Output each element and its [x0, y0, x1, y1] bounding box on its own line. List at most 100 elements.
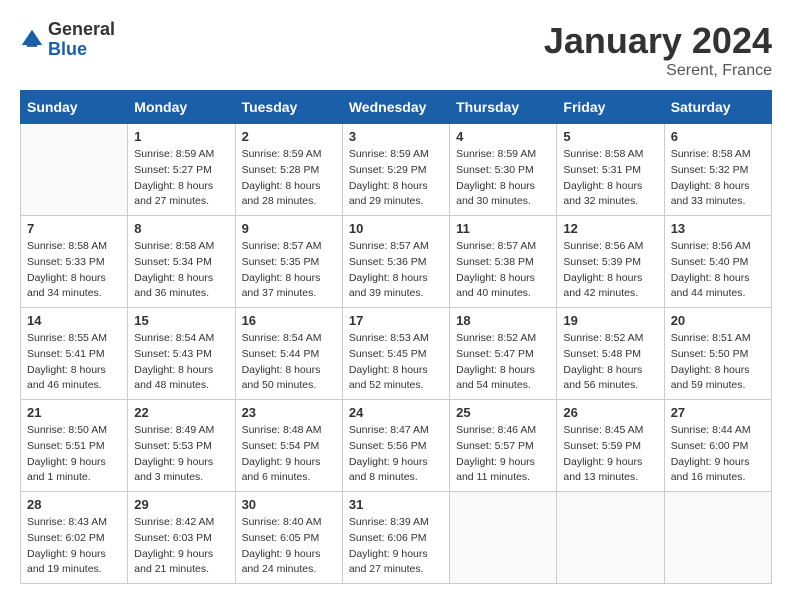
day-number: 8	[134, 221, 228, 236]
day-number: 9	[242, 221, 336, 236]
calendar-cell: 10 Sunrise: 8:57 AMSunset: 5:36 PMDayligh…	[342, 216, 449, 308]
calendar-week-row: 21 Sunrise: 8:50 AMSunset: 5:51 PMDayligh…	[21, 400, 772, 492]
day-number: 7	[27, 221, 121, 236]
day-number: 29	[134, 497, 228, 512]
day-number: 30	[242, 497, 336, 512]
calendar-week-row: 1 Sunrise: 8:59 AMSunset: 5:27 PMDaylight…	[21, 124, 772, 216]
day-number: 12	[563, 221, 657, 236]
day-number: 23	[242, 405, 336, 420]
day-header: Thursday	[450, 91, 557, 124]
day-info: Sunrise: 8:45 AMSunset: 5:59 PMDaylight:…	[563, 423, 657, 486]
calendar-cell: 25 Sunrise: 8:46 AMSunset: 5:57 PMDayligh…	[450, 400, 557, 492]
calendar-cell: 5Sunrise: 8:58 AMSunset: 5:31 PMDaylight…	[557, 124, 664, 216]
day-info: Sunrise: 8:47 AMSunset: 5:56 PMDaylight:…	[349, 423, 443, 486]
day-info: Sunrise: 8:43 AMSunset: 6:02 PMDaylight:…	[27, 515, 121, 578]
calendar-cell: 19Sunrise: 8:52 AMSunset: 5:48 PMDayligh…	[557, 308, 664, 400]
day-info: Sunrise: 8:40 AMSunset: 6:05 PMDaylight:…	[242, 515, 336, 578]
title-block: January 2024 Serent, France	[544, 20, 772, 80]
calendar-cell: 4 Sunrise: 8:59 AMSunset: 5:30 PMDaylight…	[450, 124, 557, 216]
day-number: 15	[134, 313, 228, 328]
day-number: 22	[134, 405, 228, 420]
logo-blue-text: Blue	[48, 40, 115, 60]
calendar-cell: 31 Sunrise: 8:39 AMSunset: 6:06 PMDayligh…	[342, 492, 449, 584]
day-header: Monday	[128, 91, 235, 124]
day-info: Sunrise: 8:46 AMSunset: 5:57 PMDaylight:…	[456, 423, 550, 486]
calendar-cell	[21, 124, 128, 216]
day-info: Sunrise: 8:59 AMSunset: 5:30 PMDaylight:…	[456, 147, 550, 210]
calendar-cell: 7 Sunrise: 8:58 AMSunset: 5:33 PMDaylight…	[21, 216, 128, 308]
day-info: Sunrise: 8:52 AMSunset: 5:48 PMDaylight:…	[563, 331, 657, 394]
month-year: January 2024	[544, 20, 772, 62]
day-info: Sunrise: 8:42 AMSunset: 6:03 PMDaylight:…	[134, 515, 228, 578]
day-header: Tuesday	[235, 91, 342, 124]
day-info: Sunrise: 8:59 AMSunset: 5:28 PMDaylight:…	[242, 147, 336, 210]
calendar-cell: 16Sunrise: 8:54 AMSunset: 5:44 PMDayligh…	[235, 308, 342, 400]
day-number: 24	[349, 405, 443, 420]
day-info: Sunrise: 8:48 AMSunset: 5:54 PMDaylight:…	[242, 423, 336, 486]
location: Serent, France	[544, 62, 772, 80]
calendar-cell	[557, 492, 664, 584]
day-info: Sunrise: 8:58 AMSunset: 5:32 PMDaylight:…	[671, 147, 765, 210]
calendar-cell: 6 Sunrise: 8:58 AMSunset: 5:32 PMDaylight…	[664, 124, 771, 216]
calendar-cell: 22 Sunrise: 8:49 AMSunset: 5:53 PMDayligh…	[128, 400, 235, 492]
day-number: 21	[27, 405, 121, 420]
day-number: 11	[456, 221, 550, 236]
calendar-cell: 29 Sunrise: 8:42 AMSunset: 6:03 PMDayligh…	[128, 492, 235, 584]
day-info: Sunrise: 8:56 AMSunset: 5:40 PMDaylight:…	[671, 239, 765, 302]
calendar-cell: 15Sunrise: 8:54 AMSunset: 5:43 PMDayligh…	[128, 308, 235, 400]
calendar-cell	[664, 492, 771, 584]
day-info: Sunrise: 8:57 AMSunset: 5:36 PMDaylight:…	[349, 239, 443, 302]
day-info: Sunrise: 8:58 AMSunset: 5:34 PMDaylight:…	[134, 239, 228, 302]
day-number: 20	[671, 313, 765, 328]
day-info: Sunrise: 8:50 AMSunset: 5:51 PMDaylight:…	[27, 423, 121, 486]
day-number: 26	[563, 405, 657, 420]
day-info: Sunrise: 8:59 AMSunset: 5:29 PMDaylight:…	[349, 147, 443, 210]
logo: General Blue	[20, 20, 115, 60]
calendar-cell	[450, 492, 557, 584]
calendar-cell: 23 Sunrise: 8:48 AMSunset: 5:54 PMDayligh…	[235, 400, 342, 492]
day-info: Sunrise: 8:55 AMSunset: 5:41 PMDaylight:…	[27, 331, 121, 394]
day-number: 18	[456, 313, 550, 328]
day-number: 6	[671, 129, 765, 144]
calendar-cell: 11 Sunrise: 8:57 AMSunset: 5:38 PMDayligh…	[450, 216, 557, 308]
day-info: Sunrise: 8:39 AMSunset: 6:06 PMDaylight:…	[349, 515, 443, 578]
calendar-cell: 12Sunrise: 8:56 AMSunset: 5:39 PMDayligh…	[557, 216, 664, 308]
calendar-cell: 13Sunrise: 8:56 AMSunset: 5:40 PMDayligh…	[664, 216, 771, 308]
day-info: Sunrise: 8:49 AMSunset: 5:53 PMDaylight:…	[134, 423, 228, 486]
calendar-cell: 20 Sunrise: 8:51 AMSunset: 5:50 PMDayligh…	[664, 308, 771, 400]
day-number: 3	[349, 129, 443, 144]
day-info: Sunrise: 8:58 AMSunset: 5:33 PMDaylight:…	[27, 239, 121, 302]
day-number: 1	[134, 129, 228, 144]
day-info: Sunrise: 8:51 AMSunset: 5:50 PMDaylight:…	[671, 331, 765, 394]
day-number: 28	[27, 497, 121, 512]
day-number: 31	[349, 497, 443, 512]
calendar-week-row: 28 Sunrise: 8:43 AMSunset: 6:02 PMDayligh…	[21, 492, 772, 584]
calendar-table: SundayMondayTuesdayWednesdayThursdayFrid…	[20, 90, 772, 584]
calendar-cell: 8 Sunrise: 8:58 AMSunset: 5:34 PMDaylight…	[128, 216, 235, 308]
calendar-cell: 18Sunrise: 8:52 AMSunset: 5:47 PMDayligh…	[450, 308, 557, 400]
calendar-cell: 17Sunrise: 8:53 AMSunset: 5:45 PMDayligh…	[342, 308, 449, 400]
day-info: Sunrise: 8:59 AMSunset: 5:27 PMDaylight:…	[134, 147, 228, 210]
day-number: 10	[349, 221, 443, 236]
calendar-cell: 1 Sunrise: 8:59 AMSunset: 5:27 PMDaylight…	[128, 124, 235, 216]
day-info: Sunrise: 8:58 AMSunset: 5:31 PMDaylight:…	[563, 147, 657, 210]
calendar-cell: 30 Sunrise: 8:40 AMSunset: 6:05 PMDayligh…	[235, 492, 342, 584]
calendar-cell: 3 Sunrise: 8:59 AMSunset: 5:29 PMDaylight…	[342, 124, 449, 216]
day-header: Saturday	[664, 91, 771, 124]
day-info: Sunrise: 8:57 AMSunset: 5:38 PMDaylight:…	[456, 239, 550, 302]
day-header: Friday	[557, 91, 664, 124]
calendar-cell: 27 Sunrise: 8:44 AMSunset: 6:00 PMDayligh…	[664, 400, 771, 492]
day-header: Sunday	[21, 91, 128, 124]
day-number: 27	[671, 405, 765, 420]
day-info: Sunrise: 8:57 AMSunset: 5:35 PMDaylight:…	[242, 239, 336, 302]
day-number: 4	[456, 129, 550, 144]
day-info: Sunrise: 8:54 AMSunset: 5:44 PMDaylight:…	[242, 331, 336, 394]
logo-general-text: General	[48, 20, 115, 40]
calendar-cell: 26 Sunrise: 8:45 AMSunset: 5:59 PMDayligh…	[557, 400, 664, 492]
day-info: Sunrise: 8:44 AMSunset: 6:00 PMDaylight:…	[671, 423, 765, 486]
calendar-cell: 2 Sunrise: 8:59 AMSunset: 5:28 PMDaylight…	[235, 124, 342, 216]
day-number: 2	[242, 129, 336, 144]
day-number: 25	[456, 405, 550, 420]
calendar-cell: 14Sunrise: 8:55 AMSunset: 5:41 PMDayligh…	[21, 308, 128, 400]
day-number: 17	[349, 313, 443, 328]
